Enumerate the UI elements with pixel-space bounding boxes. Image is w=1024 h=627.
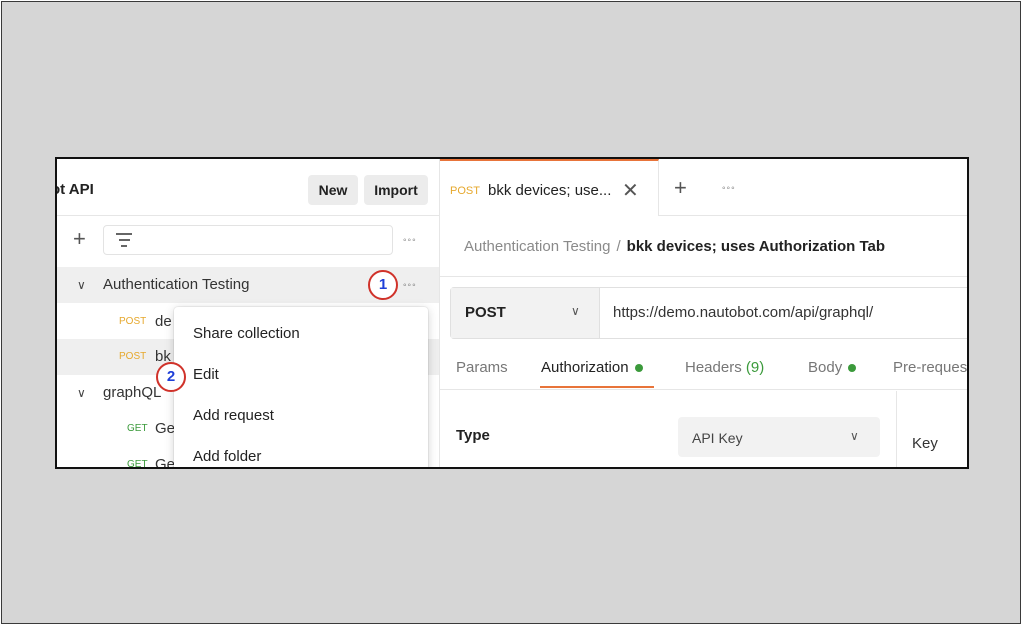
status-dot-icon — [848, 364, 857, 373]
new-tab-icon[interactable]: + — [674, 175, 687, 201]
tab-headers-label: Headers — [685, 359, 742, 376]
chevron-down-icon[interactable]: ∨ — [77, 386, 86, 400]
auth-type-value: API Key — [692, 430, 743, 446]
tab-bar: POST bkk devices; use... ✕ + ◦◦◦ — [440, 159, 967, 216]
key-label: Key — [912, 435, 938, 452]
menu-item-edit[interactable]: Edit — [193, 366, 219, 383]
breadcrumb-parent[interactable]: Authentication Testing — [464, 238, 611, 255]
tab-active-request[interactable]: POST bkk devices; use... ✕ — [440, 159, 659, 216]
step-badge-1: 1 — [368, 270, 398, 300]
request-name: Ge — [155, 420, 176, 437]
tabs-more-icon[interactable]: ◦◦◦ — [722, 183, 736, 194]
collection-name: graphQL — [103, 384, 162, 401]
tab-body[interactable]: Body — [808, 359, 857, 376]
auth-type-label: Type — [456, 427, 490, 444]
method-select[interactable]: POST ∨ — [451, 288, 600, 338]
auth-type-select[interactable]: API Key ∨ — [678, 417, 880, 457]
active-tab-underline — [540, 386, 654, 388]
tab-title: bkk devices; use... — [488, 182, 612, 199]
collection-context-menu: Share collection Edit Add request Add fo… — [174, 307, 428, 467]
app-screenshot-frame: ot API New Import + ◦◦◦ ∨ Authentication… — [55, 157, 969, 469]
divider — [440, 276, 967, 277]
request-url-bar: POST ∨ https://demo.nautobot.com/api/gra… — [450, 287, 967, 339]
request-name: de — [155, 313, 172, 330]
request-tabs: Params Authorization Headers (9) Body Pr… — [440, 349, 967, 390]
tab-authorization-label: Authorization — [541, 359, 629, 376]
close-icon[interactable]: ✕ — [622, 178, 639, 203]
tab-authorization[interactable]: Authorization — [541, 359, 643, 376]
chevron-down-icon[interactable]: ∨ — [77, 278, 86, 292]
tab-params[interactable]: Params — [456, 359, 508, 376]
sidebar-more-icon[interactable]: ◦◦◦ — [403, 235, 417, 246]
divider — [896, 391, 897, 467]
method-badge: POST — [119, 351, 147, 362]
collection-name: Authentication Testing — [103, 276, 250, 293]
method-badge: GET — [127, 423, 148, 434]
url-input[interactable]: https://demo.nautobot.com/api/graphql/ — [613, 304, 873, 321]
menu-item-add-request[interactable]: Add request — [193, 407, 274, 424]
sidebar: ot API New Import + ◦◦◦ ∨ Authentication… — [57, 159, 440, 467]
workspace-title: ot API — [55, 181, 94, 198]
method-select-value: POST — [465, 304, 506, 321]
main-panel: POST bkk devices; use... ✕ + ◦◦◦ Authent… — [440, 159, 967, 467]
tab-headers[interactable]: Headers (9) — [685, 359, 764, 376]
filter-icon[interactable] — [116, 233, 132, 247]
step-badge-2: 2 — [156, 362, 186, 392]
new-button[interactable]: New — [308, 175, 358, 205]
method-badge: GET — [127, 459, 148, 469]
request-name: Ge — [155, 456, 176, 469]
menu-item-share-collection[interactable]: Share collection — [193, 325, 300, 342]
filter-input[interactable] — [103, 225, 393, 255]
collection-more-icon[interactable]: ◦◦◦ — [403, 280, 417, 291]
chevron-down-icon: ∨ — [571, 304, 580, 318]
tab-body-label: Body — [808, 359, 843, 376]
status-dot-icon — [634, 364, 643, 373]
tab-method: POST — [450, 185, 480, 197]
add-collection-icon[interactable]: + — [73, 228, 86, 250]
breadcrumb-separator: / — [616, 238, 621, 255]
import-button[interactable]: Import — [364, 175, 428, 205]
tab-prerequest[interactable]: Pre-reques — [893, 359, 967, 376]
headers-count: (9) — [745, 359, 765, 376]
menu-item-add-folder[interactable]: Add folder — [193, 448, 261, 465]
method-badge: POST — [119, 316, 147, 327]
chevron-down-icon: ∨ — [850, 429, 859, 443]
sidebar-header: ot API New Import — [57, 159, 439, 216]
breadcrumb: Authentication Testing / bkk devices; uses… — [464, 238, 885, 255]
breadcrumb-current[interactable]: bkk devices; uses Authorization Tab — [627, 238, 885, 255]
